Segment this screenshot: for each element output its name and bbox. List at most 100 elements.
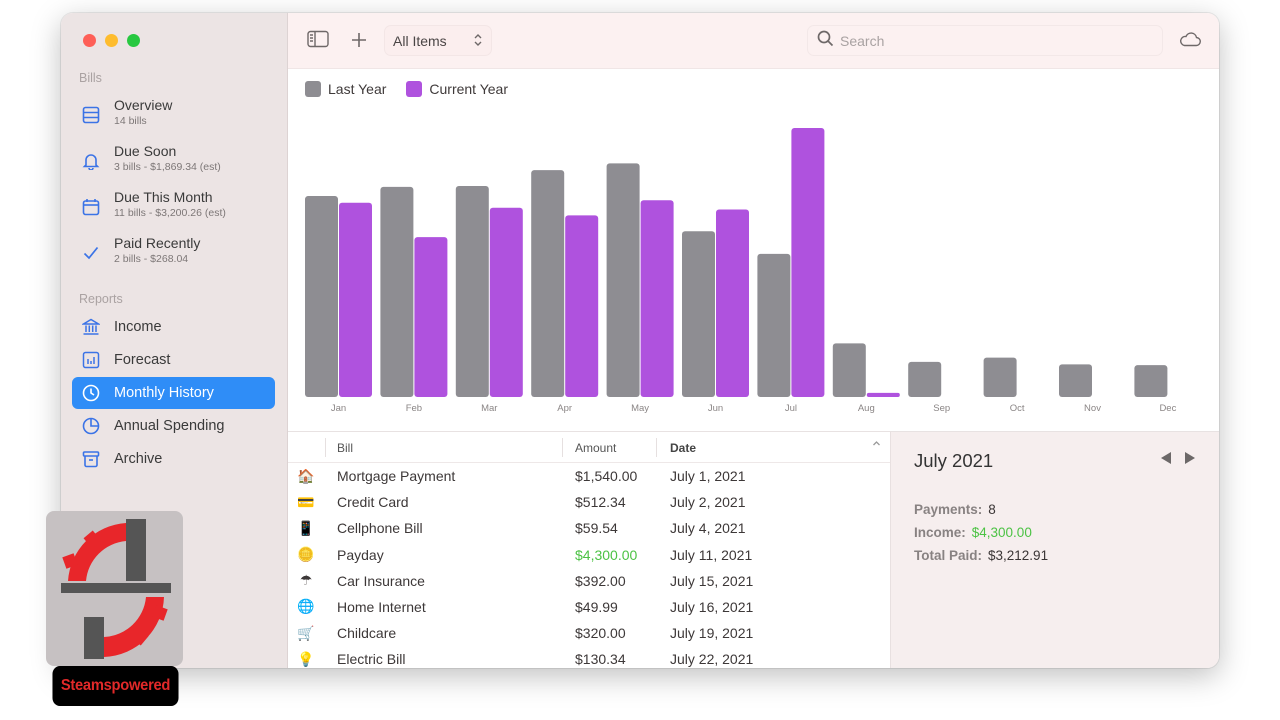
bar-current-year-jan <box>339 202 372 397</box>
search-field[interactable] <box>807 25 1163 56</box>
table-row[interactable]: 💡 Electric Bill $130.34 July 22, 2021 <box>288 646 890 668</box>
table-row[interactable]: 🪙 Payday $4,300.00 July 11, 2021 <box>288 542 890 568</box>
sidebar-item-income[interactable]: Income <box>72 311 275 343</box>
sidebar-item-subtitle: 3 bills - $1,869.34 (est) <box>114 161 221 173</box>
watermark-badge <box>46 511 183 666</box>
bills-table: Bill Amount Date 🏠 Mortgage Payment $1,540… <box>288 431 890 668</box>
bill-amount: $1,540.00 <box>575 468 638 484</box>
bill-name: Mortgage Payment <box>337 468 456 484</box>
bill-amount: $392.00 <box>575 572 626 589</box>
bank-icon <box>81 317 101 337</box>
sidebar-item-due-soon[interactable]: Due Soon 3 bills - $1,869.34 (est) <box>72 143 275 174</box>
bill-name: Credit Card <box>337 494 409 511</box>
bar-last-year-sep <box>908 361 942 397</box>
month-title: July 2021 <box>914 450 994 471</box>
sidebar-item-title: Forecast <box>114 351 171 368</box>
stat-value: 8 <box>988 502 996 517</box>
table-row[interactable]: 💳 Credit Card $512.34 July 2, 2021 <box>288 489 890 515</box>
plus-icon <box>350 31 368 54</box>
sidebar-item-archive[interactable]: Archive <box>72 443 275 475</box>
bill-amount: $4,300.00 <box>575 546 638 563</box>
close-window-button[interactable] <box>83 34 96 47</box>
table-header: Bill Amount Date <box>288 432 890 463</box>
bar-current-year-feb <box>414 237 448 397</box>
stat-label: Income: <box>914 525 966 540</box>
minimize-window-button[interactable] <box>105 34 118 47</box>
bill-date: July 16, 2021 <box>670 598 754 615</box>
table-row[interactable]: 🛒 Childcare $320.00 July 19, 2021 <box>288 620 890 646</box>
bill-date: July 15, 2021 <box>670 572 754 589</box>
x-tick-label: Dec <box>1159 403 1176 414</box>
sidebar-item-due-this-month[interactable]: Due This Month 11 bills - $3,200.26 (est… <box>72 189 275 220</box>
bill-amount: $512.34 <box>575 494 626 511</box>
table-row[interactable]: 📱 Cellphone Bill $59.54 July 4, 2021 <box>288 515 890 541</box>
column-header-amount[interactable]: Amount <box>575 441 616 455</box>
stat-value: $4,300.00 <box>971 525 1032 540</box>
x-tick-label: May <box>631 403 649 414</box>
bill-name: Cellphone Bill <box>337 520 423 537</box>
triangle-left-icon[interactable] <box>1159 451 1173 470</box>
bill-name: Car Insurance <box>337 572 425 589</box>
search-icon <box>817 30 834 52</box>
triangle-right-icon[interactable] <box>1183 451 1197 470</box>
column-separator <box>562 438 563 457</box>
bill-name: Childcare <box>337 625 397 642</box>
sidebar-item-forecast[interactable]: Forecast <box>72 344 275 376</box>
sidebar-item-subtitle: 11 bills - $3,200.26 (est) <box>114 207 226 219</box>
x-tick-label: Nov <box>1084 403 1101 414</box>
sidebar-item-title: Annual Spending <box>114 417 225 434</box>
bar-current-year-aug <box>866 392 900 397</box>
bill-date: July 2, 2021 <box>670 494 746 511</box>
search-input[interactable] <box>840 32 1140 49</box>
bill-amount: $59.54 <box>575 520 618 537</box>
chevron-up-icon[interactable] <box>872 439 881 451</box>
globe-icon: 🌐 <box>297 598 315 615</box>
sidebar-item-annual-spending[interactable]: Annual Spending <box>72 410 275 442</box>
x-tick-label: Oct <box>1010 403 1025 414</box>
table-row[interactable]: 🌐 Home Internet $49.99 July 16, 2021 <box>288 594 890 620</box>
column-header-bill[interactable]: Bill <box>337 441 353 455</box>
add-bill-button[interactable] <box>350 31 368 54</box>
bar-last-year-dec <box>1134 365 1168 397</box>
bar-current-year-jun <box>716 209 749 397</box>
x-tick-label: Aug <box>858 403 875 414</box>
bill-amount: $320.00 <box>575 625 626 642</box>
bar-last-year-apr <box>531 170 565 397</box>
sidebar-item-paid-recently[interactable]: Paid Recently 2 bills - $268.04 <box>72 235 275 266</box>
bar-chart-svg: Jan Feb Mar Apr May Jun Jul Aug Sep Oct Nov Dec <box>305 128 1177 414</box>
app-window: Bills Overview 14 bills Due Soon 3 bills… <box>61 13 1219 668</box>
x-tick-label: Jul <box>785 403 797 414</box>
sidebar-item-title: Income <box>114 318 162 335</box>
gear-logo-icon <box>61 519 171 659</box>
table-row[interactable]: 🏠 Mortgage Payment $1,540.00 July 1, 2021 <box>288 463 890 489</box>
bill-date: July 11, 2021 <box>670 546 753 563</box>
column-header-date[interactable]: Date <box>670 441 696 455</box>
sidebar-item-subtitle: 2 bills - $268.04 <box>114 253 189 265</box>
bar-last-year-jan <box>305 196 338 397</box>
bill-date: July 22, 2021 <box>670 651 754 668</box>
bar-last-year-jun <box>682 231 715 397</box>
sidebar-item-overview[interactable]: Overview 14 bills <box>72 97 275 128</box>
filter-popup[interactable]: All Items <box>384 25 492 56</box>
bill-date: July 1, 2021 <box>670 468 746 484</box>
x-tick-label: Apr <box>557 403 572 414</box>
table-row[interactable]: ☂ Car Insurance $392.00 July 15, 2021 <box>288 568 890 594</box>
sync-button[interactable] <box>1179 31 1201 52</box>
filter-value: All Items <box>393 32 447 49</box>
zoom-window-button[interactable] <box>127 34 140 47</box>
month-detail-panel: July 2021 Payments: 8 Income: $4,300.00 To… <box>890 431 1219 668</box>
column-separator <box>656 438 657 457</box>
bar-current-year-may <box>640 200 674 397</box>
bell-icon <box>81 151 101 171</box>
sidebar-toggle-button[interactable] <box>307 30 329 53</box>
clock-icon <box>81 383 101 403</box>
sidebar-item-monthly-history[interactable]: Monthly History <box>72 377 275 409</box>
window-controls <box>83 34 140 47</box>
x-tick-label: Mar <box>481 403 497 414</box>
bar-current-year-mar <box>489 207 523 397</box>
lightbulb-icon: 💡 <box>297 650 315 667</box>
bill-name: Home Internet <box>337 598 426 615</box>
toolbar: All Items <box>288 13 1219 69</box>
up-down-chevron-icon <box>473 32 483 50</box>
section-label-reports: Reports <box>79 292 123 306</box>
